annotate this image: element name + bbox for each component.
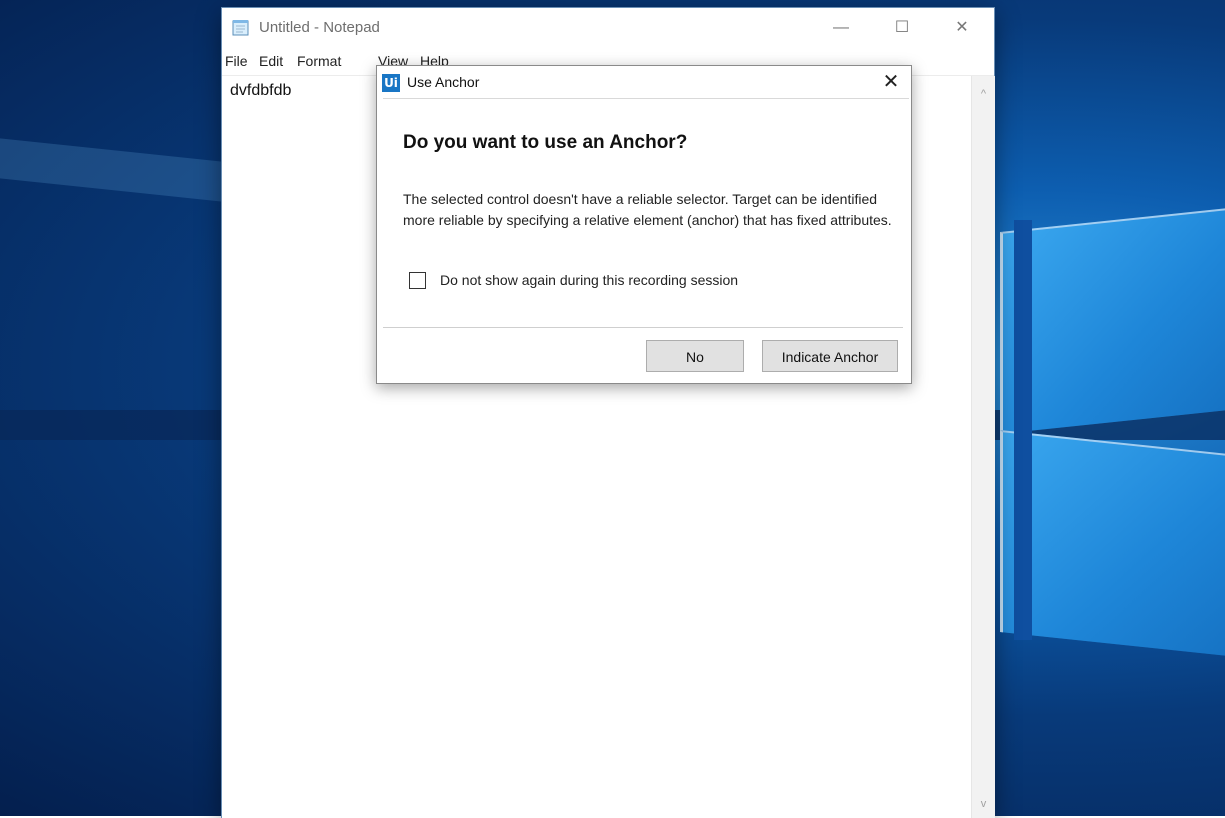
vertical-scrollbar[interactable]: ^ v <box>971 76 995 818</box>
scroll-down-icon[interactable]: v <box>972 798 995 810</box>
dialog-divider <box>383 327 903 328</box>
dialog-title: Use Anchor <box>407 74 480 90</box>
close-button[interactable]: ✕ <box>939 8 985 48</box>
windows-logo-pane-lower <box>1000 430 1225 656</box>
wallpaper-light-beam <box>0 138 222 202</box>
do-not-show-again-checkbox[interactable] <box>409 272 426 289</box>
do-not-show-again-label[interactable]: Do not show again during this recording … <box>440 272 738 288</box>
menu-edit[interactable]: Edit <box>259 53 283 69</box>
dialog-titlebar[interactable]: Ui Use Anchor ✕ <box>377 66 911 98</box>
maximize-button[interactable]: ☐ <box>879 8 925 48</box>
dialog-body: Do you want to use an Anchor? The select… <box>383 98 909 382</box>
menu-file[interactable]: File <box>225 53 248 69</box>
use-anchor-dialog: Ui Use Anchor ✕ Do you want to use an An… <box>376 65 912 384</box>
notepad-icon <box>232 20 249 36</box>
windows-logo-pane-upper <box>1000 208 1225 434</box>
uipath-logo-icon: Ui <box>382 74 400 92</box>
minimize-button[interactable]: — <box>818 8 864 48</box>
dialog-close-icon[interactable]: ✕ <box>871 66 911 98</box>
notepad-text-content: dvfdbfdb <box>230 82 292 99</box>
dialog-message: The selected control doesn't have a reli… <box>403 191 892 228</box>
windows-logo-divider <box>1014 220 1032 640</box>
dialog-heading: Do you want to use an Anchor? <box>403 132 688 153</box>
notepad-titlebar[interactable]: Untitled - Notepad — ☐ ✕ <box>222 8 994 48</box>
menu-format[interactable]: Format <box>297 53 341 69</box>
no-button[interactable]: No <box>646 340 744 372</box>
indicate-anchor-button[interactable]: Indicate Anchor <box>762 340 898 372</box>
notepad-title: Untitled - Notepad <box>259 19 380 36</box>
scroll-up-icon[interactable]: ^ <box>972 88 995 100</box>
